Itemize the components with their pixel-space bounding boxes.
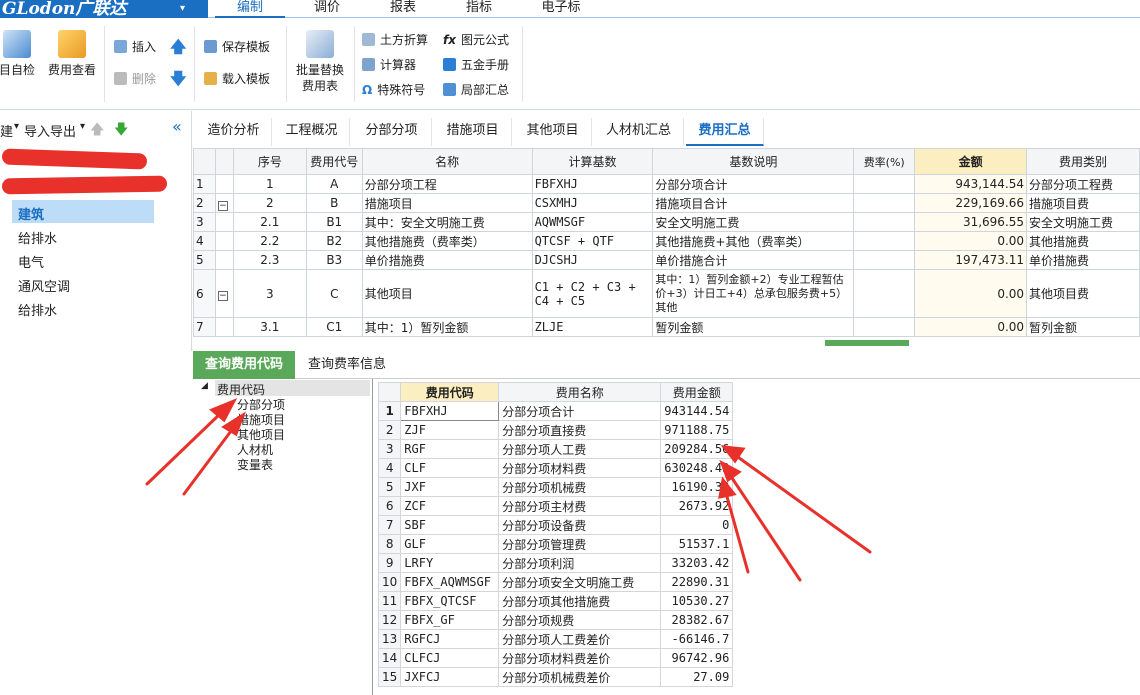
annotation-arrow bbox=[182, 425, 236, 496]
annotation-arrowhead bbox=[719, 459, 742, 483]
annotation-arrow bbox=[733, 453, 872, 554]
annotation-arrowhead bbox=[221, 411, 246, 437]
annotation-arrow bbox=[145, 410, 224, 486]
annotation-arrow bbox=[724, 491, 750, 574]
annotation-arrow bbox=[728, 473, 802, 582]
annotation-arrowhead bbox=[718, 476, 737, 499]
annotation-arrows-overlay bbox=[145, 398, 872, 582]
